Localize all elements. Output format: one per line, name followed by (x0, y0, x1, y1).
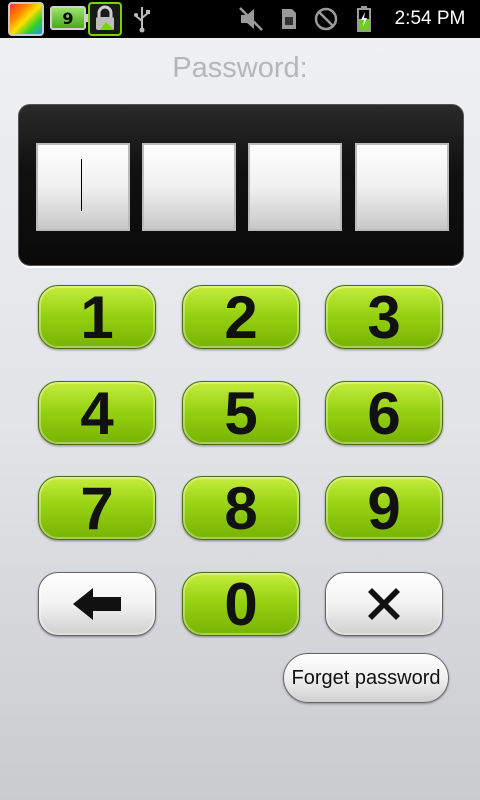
left-arrow-icon (73, 588, 121, 620)
no-signal-icon (312, 0, 340, 38)
status-bar: 9 2:54 PM (0, 0, 480, 38)
clear-button[interactable] (325, 572, 443, 636)
mute-icon (234, 0, 268, 38)
usb-icon (130, 0, 154, 38)
battery-charging-icon (352, 0, 376, 38)
key-1[interactable]: 1 (38, 284, 156, 351)
key-9[interactable]: 9 (325, 475, 443, 542)
password-slot-3[interactable] (248, 143, 342, 231)
key-8[interactable]: 8 (182, 475, 300, 542)
key-3[interactable]: 3 (325, 284, 443, 351)
x-icon (368, 588, 400, 620)
battery-widget-value: 9 (62, 8, 74, 28)
key-0[interactable]: 0 (182, 571, 300, 638)
text-cursor (81, 159, 82, 211)
app-lock-icon[interactable] (88, 2, 122, 36)
key-4[interactable]: 4 (38, 380, 156, 447)
key-2[interactable]: 2 (182, 284, 300, 351)
password-slot-4[interactable] (355, 143, 449, 231)
key-6[interactable]: 6 (325, 380, 443, 447)
app-icon[interactable] (8, 2, 44, 36)
battery-widget[interactable]: 9 (50, 6, 90, 30)
key-7[interactable]: 7 (38, 475, 156, 542)
password-title: Password: (172, 52, 308, 84)
forget-password-button[interactable]: Forget password (283, 653, 449, 703)
password-slot-1[interactable] (36, 143, 130, 231)
sim-card-icon (276, 0, 302, 38)
key-5[interactable]: 5 (182, 380, 300, 447)
backspace-button[interactable] (38, 572, 156, 636)
clock: 2:54 PM (394, 8, 466, 29)
password-panel (18, 104, 464, 266)
password-slot-2[interactable] (142, 143, 236, 231)
